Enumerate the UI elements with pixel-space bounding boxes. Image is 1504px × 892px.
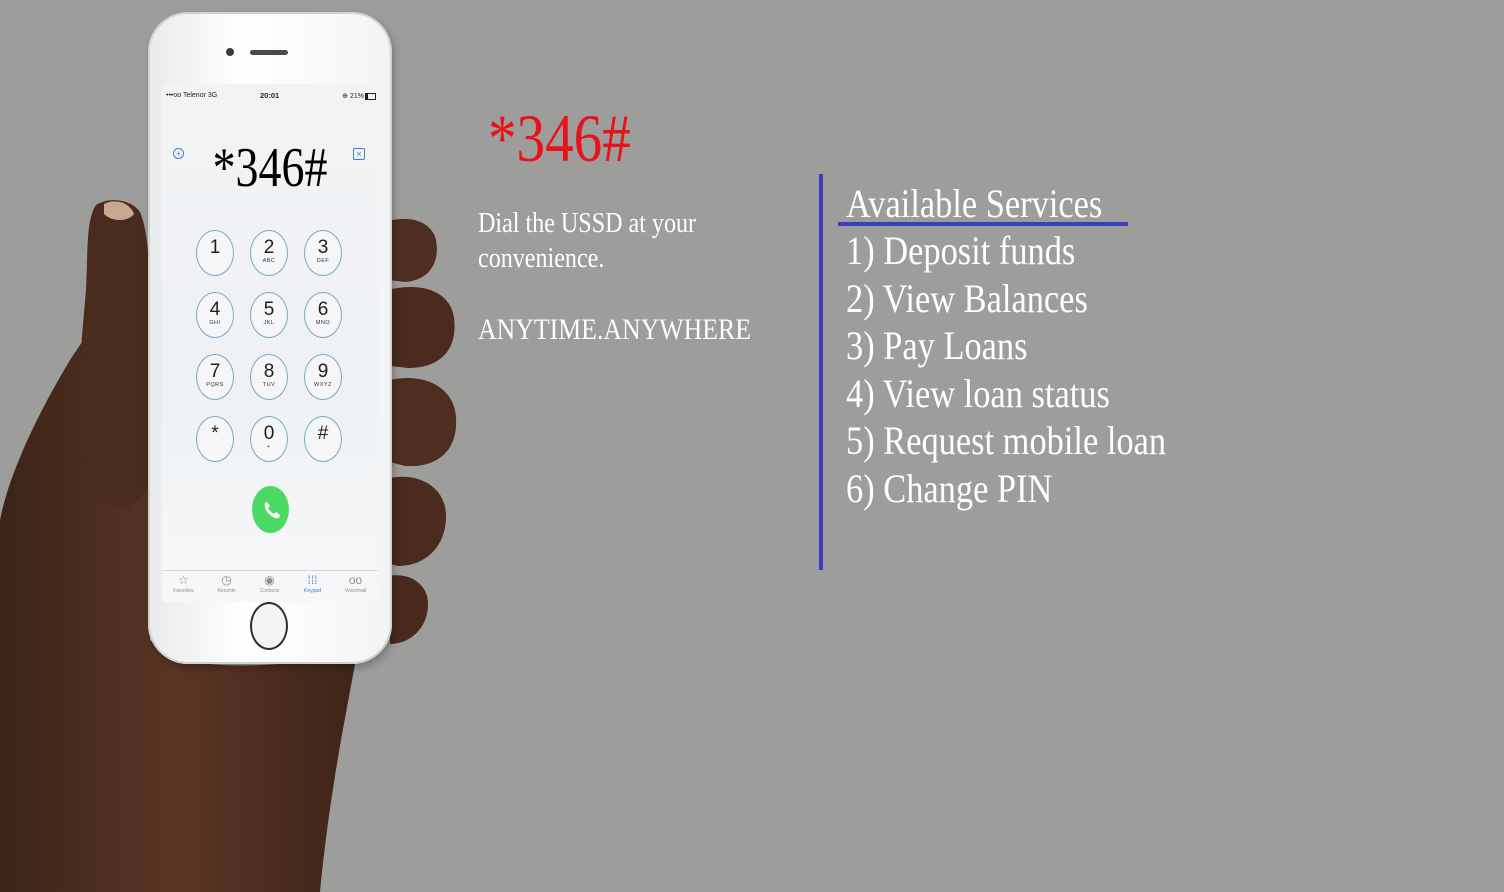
key-letters: PQRS (206, 382, 224, 388)
tagline-text: Dial the USSD at your convenience. (478, 208, 697, 274)
clock-icon: ◷ (221, 573, 232, 587)
tab-keypad[interactable]: ⁞⁞⁞ Keypad (291, 573, 334, 594)
backspace-icon[interactable]: × (353, 148, 365, 160)
keypad-grid-icon: ⁞⁞⁞ (307, 573, 318, 587)
key-5[interactable]: 5 JKL (250, 292, 288, 338)
key-6[interactable]: 6 MNO (304, 292, 342, 338)
key-letters: ABC (262, 258, 276, 264)
person-icon: ◉ (264, 573, 275, 587)
service-item: 3) Pay Loans (846, 323, 1028, 368)
key-star[interactable]: * (196, 416, 234, 462)
service-item: 6) Change PIN (846, 465, 1053, 511)
phone-handset-icon (264, 502, 280, 519)
call-button[interactable] (252, 486, 289, 533)
key-digit: 8 (263, 361, 275, 382)
phone-screen: •••oo Telenor 3G 20:01 ⊕ 21% + *346# × 1… (162, 84, 378, 602)
tab-favorites[interactable]: ☆ Favorites (162, 573, 205, 594)
key-digit: 9 (317, 361, 329, 382)
key-7[interactable]: 7 PQRS (196, 354, 234, 400)
key-letters: WXYZ (314, 382, 332, 388)
key-digit: 1 (209, 237, 221, 258)
tab-label: Contacts (259, 588, 280, 594)
front-camera (226, 48, 234, 56)
key-digit: # (317, 423, 329, 444)
key-3[interactable]: 3 DEF (304, 230, 342, 276)
key-8[interactable]: 8 TUV (250, 354, 288, 400)
phone-tab-bar: ☆ Favorites ◷ Recents ◉ Contacts ⁞⁞⁞ Keypad … (162, 570, 378, 602)
key-hash[interactable]: # (304, 416, 342, 462)
services-title: Available Services (846, 181, 1103, 226)
key-letters: JKL (263, 320, 275, 326)
tab-recents[interactable]: ◷ Recents (205, 573, 248, 594)
star-icon: ☆ (178, 573, 189, 587)
key-4[interactable]: 4 GHI (196, 292, 234, 338)
clock-label: 20:01 (260, 91, 280, 100)
service-item: 4) View loan status (846, 370, 1110, 416)
service-item: 5) Request mobile loan (846, 418, 1167, 463)
service-item: 2) View Balances (846, 275, 1088, 321)
tab-contacts[interactable]: ◉ Contacts (248, 573, 291, 594)
key-digit: 3 (317, 237, 329, 258)
key-digit: 0 (263, 423, 275, 444)
key-letters: DEF (316, 258, 330, 264)
earpiece-speaker (250, 50, 288, 55)
title-underline (838, 222, 1128, 226)
key-digit: 4 (209, 299, 221, 320)
battery-icon (365, 93, 376, 100)
carrier-label: •••oo Telenor 3G (166, 92, 218, 99)
ussd-code-heading: *346# (488, 100, 631, 176)
key-letters: + (267, 444, 271, 450)
tab-label: Voicemail (344, 588, 367, 594)
key-letters: TUV (262, 382, 276, 388)
key-1[interactable]: 1 (196, 230, 234, 276)
key-digit: * (211, 423, 219, 444)
vertical-divider (819, 174, 823, 570)
key-digit: 7 (209, 361, 221, 382)
services-list: 1) Deposit funds 2) View Balances 3) Pay… (846, 227, 1218, 512)
battery-label: ⊕ 21% (342, 93, 364, 100)
status-bar: •••oo Telenor 3G 20:01 ⊕ 21% (162, 90, 378, 102)
key-digit: 5 (263, 299, 275, 320)
service-item: 1) Deposit funds (846, 228, 1076, 273)
key-2[interactable]: 2 ABC (250, 230, 288, 276)
tab-label: Recents (217, 588, 236, 594)
key-letters: MNO (315, 320, 331, 326)
key-digit: 6 (317, 299, 329, 320)
tab-voicemail[interactable]: oo Voicemail (334, 573, 377, 594)
smartphone: •••oo Telenor 3G 20:01 ⊕ 21% + *346# × 1… (148, 12, 392, 664)
key-0[interactable]: 0 + (250, 416, 288, 462)
tab-label: Favorites (173, 588, 194, 594)
dialed-number: *346# (212, 137, 328, 199)
voicemail-icon: oo (348, 573, 363, 587)
slogan-text: ANYTIME.ANYWHERE (478, 313, 752, 346)
key-9[interactable]: 9 WXYZ (304, 354, 342, 400)
key-letters: GHI (209, 320, 221, 326)
home-button[interactable] (250, 602, 288, 650)
key-digit: 2 (263, 237, 275, 258)
tab-label: Keypad (304, 588, 321, 594)
